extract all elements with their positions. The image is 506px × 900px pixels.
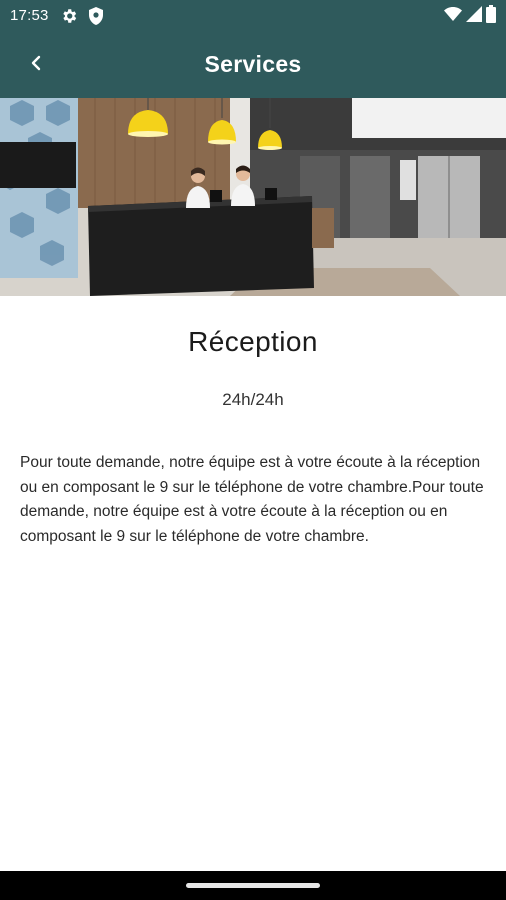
service-hours: 24h/24h <box>222 390 284 409</box>
wifi-icon <box>444 6 462 27</box>
reception-photo <box>0 98 506 296</box>
service-description: Pour toute demande, notre équipe est à v… <box>20 454 484 545</box>
home-gesture-handle[interactable] <box>186 883 320 888</box>
navigation-bar <box>0 871 506 900</box>
shield-icon <box>88 7 104 25</box>
battery-icon <box>486 4 496 28</box>
hero-image <box>0 98 506 296</box>
gear-icon <box>60 7 78 25</box>
service-title: Réception <box>188 326 318 357</box>
status-bar: 17:53 <box>0 0 506 33</box>
page-title: Services <box>204 51 302 77</box>
signal-icon <box>466 5 482 27</box>
app-bar: Services <box>0 33 506 98</box>
status-time: 17:53 <box>10 7 49 24</box>
